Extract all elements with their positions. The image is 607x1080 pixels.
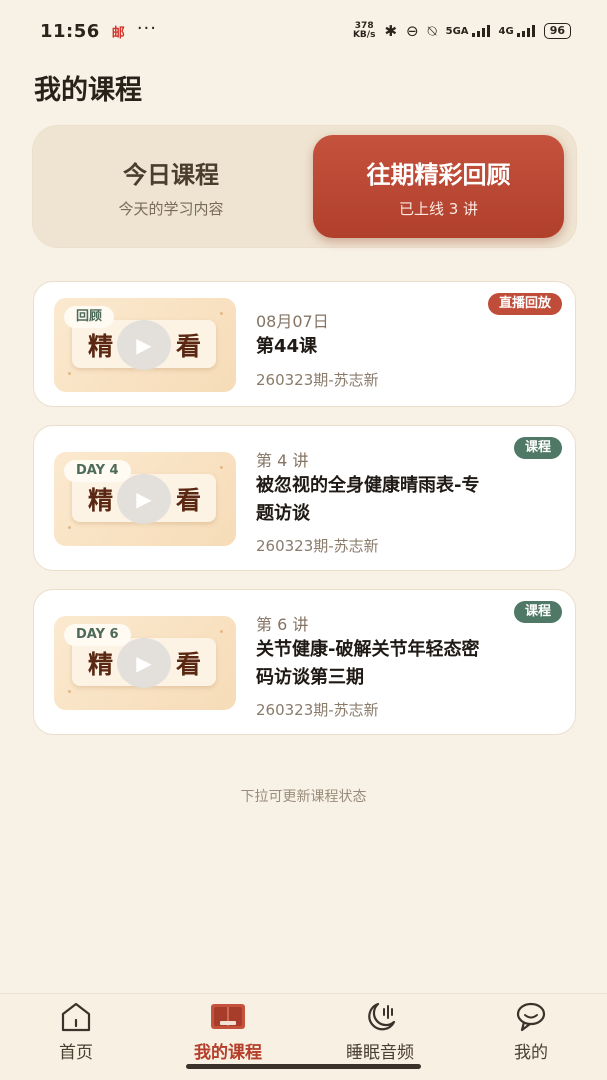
- mute-bell-icon: ⍉: [427, 22, 437, 40]
- course-title: 第44课: [256, 336, 318, 357]
- nav-label-home: 首页: [59, 1043, 93, 1063]
- nav-item-sleep-audio[interactable]: 睡眠音频: [320, 1000, 440, 1064]
- tab-today-courses[interactable]: 今日课程 今天的学习内容: [32, 125, 310, 248]
- course-card[interactable]: DAY 6 精 看 ▶ 第 6 讲 关节健康-破解关节年轻态密码访谈第三期 26…: [33, 589, 576, 735]
- mail-notification-icon: 邮: [111, 25, 125, 41]
- bluetooth-icon: ✱: [384, 22, 398, 40]
- thumbnail-text-right: 看: [176, 650, 202, 679]
- battery-indicator: 96: [543, 23, 571, 39]
- thumbnail-tag: DAY 4: [64, 460, 131, 482]
- status-badge: 课程: [513, 601, 562, 623]
- page-title: 我的课程: [34, 75, 142, 106]
- pull-to-refresh-hint: 下拉可更新课程状态: [240, 789, 367, 805]
- signal-5g: 5GA: [446, 25, 490, 37]
- course-title: 被忽视的全身健康晴雨表-专题访谈: [256, 475, 480, 524]
- tab-past-subtitle: 已上线 3 讲: [398, 199, 479, 218]
- nav-item-profile[interactable]: 我的: [471, 1000, 591, 1064]
- course-thumbnail[interactable]: DAY 4 精 看 ▶: [54, 452, 236, 546]
- course-thumbnail[interactable]: 回顾 精 看 ▶: [54, 298, 236, 392]
- nav-label-profile: 我的: [514, 1043, 548, 1063]
- book-icon: [209, 1000, 247, 1034]
- status-badge: 课程: [513, 437, 562, 459]
- profile-chat-icon: [514, 1000, 548, 1034]
- network-speed: 378 KB/s: [352, 21, 376, 40]
- course-subtitle: 260323期-苏志新: [256, 371, 379, 389]
- course-subtitle: 260323期-苏志新: [256, 701, 379, 719]
- status-badge: 直播回放: [487, 293, 562, 315]
- thumbnail-text-right: 看: [176, 486, 202, 515]
- status-bar: 11:56 邮 ··· 378 KB/s ✱ ⊖ ⍉ 5GA 4G 96: [0, 0, 607, 62]
- nav-label-my-courses: 我的课程: [194, 1043, 262, 1063]
- thumbnail-tag: 回顾: [64, 306, 115, 328]
- play-icon[interactable]: ▶: [117, 474, 171, 524]
- course-lecture-number: 第 6 讲: [256, 615, 309, 634]
- course-card[interactable]: DAY 4 精 看 ▶ 第 4 讲 被忽视的全身健康晴雨表-专题访谈 26032…: [33, 425, 576, 571]
- course-title: 关节健康-破解关节年轻态密码访谈第三期: [256, 639, 480, 688]
- course-tabs: 今日课程 今天的学习内容 往期精彩回顾 已上线 3 讲: [32, 125, 577, 248]
- course-subtitle: 260323期-苏志新: [256, 537, 379, 555]
- thumbnail-tag: DAY 6: [64, 624, 131, 646]
- play-icon[interactable]: ▶: [117, 638, 171, 688]
- course-date: 08月07日: [256, 312, 329, 331]
- signal-4g: 4G: [499, 25, 535, 37]
- status-time: 11:56: [40, 20, 100, 42]
- home-indicator[interactable]: [186, 1064, 421, 1069]
- tab-today-label: 今日课程: [123, 160, 219, 189]
- tab-today-subtitle: 今天的学习内容: [118, 199, 224, 218]
- nav-label-sleep-audio: 睡眠音频: [346, 1043, 414, 1063]
- play-icon[interactable]: ▶: [117, 320, 171, 370]
- home-icon: [59, 1000, 93, 1034]
- link-icon: ⊖: [406, 22, 419, 40]
- nav-item-home[interactable]: 首页: [16, 1000, 136, 1064]
- course-thumbnail[interactable]: DAY 6 精 看 ▶: [54, 616, 236, 710]
- moon-sound-icon: [360, 1000, 400, 1034]
- thumbnail-text-left: 精: [88, 332, 114, 361]
- nav-item-my-courses[interactable]: 我的课程: [168, 1000, 288, 1064]
- more-notifications-icon: ···: [136, 17, 157, 39]
- tab-past-highlights[interactable]: 往期精彩回顾 已上线 3 讲: [313, 135, 564, 238]
- thumbnail-text-right: 看: [176, 332, 202, 361]
- course-lecture-number: 第 4 讲: [256, 451, 309, 470]
- tab-past-label: 往期精彩回顾: [366, 160, 511, 189]
- thumbnail-text-left: 精: [88, 486, 114, 515]
- thumbnail-text-left: 精: [88, 650, 114, 679]
- course-card[interactable]: 回顾 精 看 ▶ 08月07日 第44课 260323期-苏志新 直播回放: [33, 281, 576, 407]
